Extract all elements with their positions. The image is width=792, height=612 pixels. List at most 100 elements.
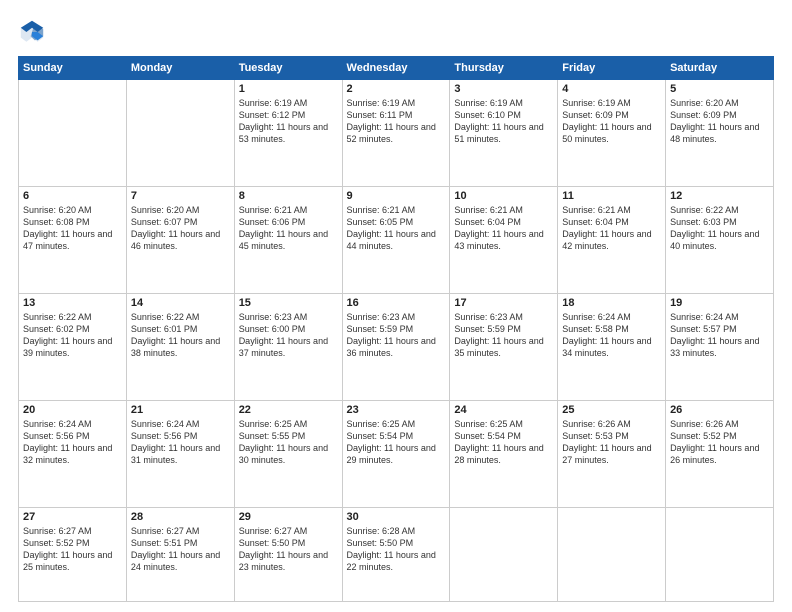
calendar-cell: 2Sunrise: 6:19 AM Sunset: 6:11 PM Daylig…	[342, 80, 450, 187]
cell-info: Sunrise: 6:21 AM Sunset: 6:06 PM Dayligh…	[239, 204, 338, 253]
weekday-header: Sunday	[19, 57, 127, 80]
day-number: 11	[562, 190, 661, 202]
calendar-row: 27 Sunrise: 6:27 AM Sunset: 5:52 PM Dayli…	[19, 508, 774, 602]
cell-info: Sunrise: 6:20 AM Sunset: 6:07 PM Dayligh…	[131, 204, 230, 253]
day-number: 2	[347, 83, 446, 95]
cell-info: Sunrise: 6:21 AM Sunset: 6:05 PM Dayligh…	[347, 204, 446, 253]
calendar-cell: 26 Sunrise: 6:26 AM Sunset: 5:52 PM Dayli…	[666, 401, 774, 508]
calendar-cell: 15 Sunrise: 6:23 AM Sunset: 6:00 PM Dayli…	[234, 294, 342, 401]
calendar-cell: 18 Sunrise: 6:24 AM Sunset: 5:58 PM Dayli…	[558, 294, 666, 401]
calendar-row: 6 Sunrise: 6:20 AM Sunset: 6:08 PM Daylig…	[19, 187, 774, 294]
cell-info: Sunrise: 6:25 AM Sunset: 5:55 PM Dayligh…	[239, 418, 338, 467]
cell-info: Sunrise: 6:23 AM Sunset: 5:59 PM Dayligh…	[454, 311, 553, 360]
header	[18, 18, 774, 46]
calendar-cell: 16 Sunrise: 6:23 AM Sunset: 5:59 PM Dayli…	[342, 294, 450, 401]
weekday-header: Tuesday	[234, 57, 342, 80]
weekday-header: Thursday	[450, 57, 558, 80]
calendar-cell: 1 Sunrise: 6:19 AM Sunset: 6:12 PM Daylig…	[234, 80, 342, 187]
cell-info: Sunrise: 6:28 AM Sunset: 5:50 PM Dayligh…	[347, 525, 446, 574]
calendar-cell: 28 Sunrise: 6:27 AM Sunset: 5:51 PM Dayli…	[126, 508, 234, 602]
weekday-header: Friday	[558, 57, 666, 80]
day-number: 28	[131, 511, 230, 523]
day-number: 6	[23, 190, 122, 202]
day-number: 14	[131, 297, 230, 309]
day-number: 23	[347, 404, 446, 416]
calendar-cell: 12 Sunrise: 6:22 AM Sunset: 6:03 PM Dayli…	[666, 187, 774, 294]
day-number: 30	[347, 511, 446, 523]
day-number: 10	[454, 190, 553, 202]
cell-info: Sunrise: 6:24 AM Sunset: 5:57 PM Dayligh…	[670, 311, 769, 360]
calendar-cell: 13 Sunrise: 6:22 AM Sunset: 6:02 PM Dayli…	[19, 294, 127, 401]
cell-info: Sunrise: 6:26 AM Sunset: 5:52 PM Dayligh…	[670, 418, 769, 467]
cell-info: Sunrise: 6:27 AM Sunset: 5:52 PM Dayligh…	[23, 525, 122, 574]
calendar-cell: 7 Sunrise: 6:20 AM Sunset: 6:07 PM Daylig…	[126, 187, 234, 294]
day-number: 1	[239, 83, 338, 95]
page: SundayMondayTuesdayWednesdayThursdayFrid…	[0, 0, 792, 612]
weekday-header: Saturday	[666, 57, 774, 80]
day-number: 17	[454, 297, 553, 309]
calendar-cell: 21Sunrise: 6:24 AM Sunset: 5:56 PM Dayli…	[126, 401, 234, 508]
calendar-cell	[126, 80, 234, 187]
day-number: 3	[454, 83, 553, 95]
day-number: 16	[347, 297, 446, 309]
day-number: 15	[239, 297, 338, 309]
calendar-row: 20Sunrise: 6:24 AM Sunset: 5:56 PM Dayli…	[19, 401, 774, 508]
calendar-cell: 6 Sunrise: 6:20 AM Sunset: 6:08 PM Daylig…	[19, 187, 127, 294]
calendar-cell	[666, 508, 774, 602]
calendar-cell: 17 Sunrise: 6:23 AM Sunset: 5:59 PM Dayli…	[450, 294, 558, 401]
cell-info: Sunrise: 6:24 AM Sunset: 5:58 PM Dayligh…	[562, 311, 661, 360]
calendar-cell: 14 Sunrise: 6:22 AM Sunset: 6:01 PM Dayli…	[126, 294, 234, 401]
cell-info: Sunrise: 6:21 AM Sunset: 6:04 PM Dayligh…	[454, 204, 553, 253]
calendar-cell: 22 Sunrise: 6:25 AM Sunset: 5:55 PM Dayli…	[234, 401, 342, 508]
day-number: 20	[23, 404, 122, 416]
calendar-cell: 29Sunrise: 6:27 AM Sunset: 5:50 PM Dayli…	[234, 508, 342, 602]
weekday-header: Wednesday	[342, 57, 450, 80]
calendar-row: 1 Sunrise: 6:19 AM Sunset: 6:12 PM Daylig…	[19, 80, 774, 187]
calendar-cell	[19, 80, 127, 187]
day-number: 8	[239, 190, 338, 202]
day-number: 12	[670, 190, 769, 202]
cell-info: Sunrise: 6:23 AM Sunset: 6:00 PM Dayligh…	[239, 311, 338, 360]
calendar-row: 13 Sunrise: 6:22 AM Sunset: 6:02 PM Dayli…	[19, 294, 774, 401]
cell-info: Sunrise: 6:20 AM Sunset: 6:09 PM Dayligh…	[670, 97, 769, 146]
cell-info: Sunrise: 6:22 AM Sunset: 6:02 PM Dayligh…	[23, 311, 122, 360]
calendar-cell: 24 Sunrise: 6:25 AM Sunset: 5:54 PM Dayli…	[450, 401, 558, 508]
cell-info: Sunrise: 6:26 AM Sunset: 5:53 PM Dayligh…	[562, 418, 661, 467]
calendar-cell: 11Sunrise: 6:21 AM Sunset: 6:04 PM Dayli…	[558, 187, 666, 294]
cell-info: Sunrise: 6:20 AM Sunset: 6:08 PM Dayligh…	[23, 204, 122, 253]
weekday-header: Monday	[126, 57, 234, 80]
cell-info: Sunrise: 6:19 AM Sunset: 6:10 PM Dayligh…	[454, 97, 553, 146]
day-number: 26	[670, 404, 769, 416]
calendar-cell: 5Sunrise: 6:20 AM Sunset: 6:09 PM Daylig…	[666, 80, 774, 187]
calendar-table: SundayMondayTuesdayWednesdayThursdayFrid…	[18, 56, 774, 602]
cell-info: Sunrise: 6:23 AM Sunset: 5:59 PM Dayligh…	[347, 311, 446, 360]
day-number: 29	[239, 511, 338, 523]
calendar-cell: 30 Sunrise: 6:28 AM Sunset: 5:50 PM Dayli…	[342, 508, 450, 602]
calendar-cell: 25 Sunrise: 6:26 AM Sunset: 5:53 PM Dayli…	[558, 401, 666, 508]
cell-info: Sunrise: 6:22 AM Sunset: 6:03 PM Dayligh…	[670, 204, 769, 253]
day-number: 13	[23, 297, 122, 309]
cell-info: Sunrise: 6:25 AM Sunset: 5:54 PM Dayligh…	[454, 418, 553, 467]
cell-info: Sunrise: 6:22 AM Sunset: 6:01 PM Dayligh…	[131, 311, 230, 360]
day-number: 22	[239, 404, 338, 416]
day-number: 25	[562, 404, 661, 416]
calendar-cell: 20Sunrise: 6:24 AM Sunset: 5:56 PM Dayli…	[19, 401, 127, 508]
calendar-cell	[558, 508, 666, 602]
calendar-cell	[450, 508, 558, 602]
cell-info: Sunrise: 6:19 AM Sunset: 6:12 PM Dayligh…	[239, 97, 338, 146]
calendar-cell: 27 Sunrise: 6:27 AM Sunset: 5:52 PM Dayli…	[19, 508, 127, 602]
day-number: 4	[562, 83, 661, 95]
calendar-cell: 10 Sunrise: 6:21 AM Sunset: 6:04 PM Dayli…	[450, 187, 558, 294]
calendar-cell: 19 Sunrise: 6:24 AM Sunset: 5:57 PM Dayli…	[666, 294, 774, 401]
day-number: 19	[670, 297, 769, 309]
day-number: 24	[454, 404, 553, 416]
calendar-cell: 9Sunrise: 6:21 AM Sunset: 6:05 PM Daylig…	[342, 187, 450, 294]
calendar-header-row: SundayMondayTuesdayWednesdayThursdayFrid…	[19, 57, 774, 80]
day-number: 18	[562, 297, 661, 309]
calendar-cell: 23Sunrise: 6:25 AM Sunset: 5:54 PM Dayli…	[342, 401, 450, 508]
cell-info: Sunrise: 6:27 AM Sunset: 5:51 PM Dayligh…	[131, 525, 230, 574]
logo-icon	[18, 18, 46, 46]
day-number: 27	[23, 511, 122, 523]
calendar-cell: 4Sunrise: 6:19 AM Sunset: 6:09 PM Daylig…	[558, 80, 666, 187]
day-number: 7	[131, 190, 230, 202]
